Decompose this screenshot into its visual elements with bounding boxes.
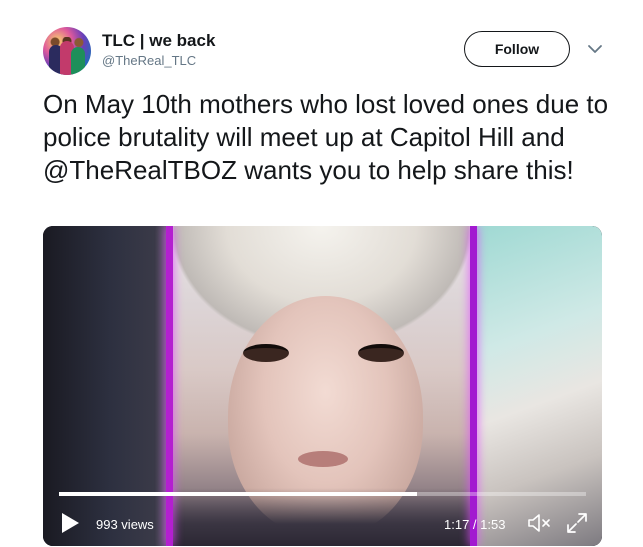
video-frame-detail: [298, 451, 348, 467]
display-name[interactable]: TLC | we back: [102, 31, 215, 51]
follow-button[interactable]: Follow: [464, 31, 570, 67]
video-frame-detail: [173, 488, 470, 546]
user-handle[interactable]: @TheReal_TLC: [102, 53, 196, 68]
progress-fill: [59, 492, 418, 496]
play-icon[interactable]: [59, 511, 81, 535]
avatar[interactable]: [43, 27, 91, 75]
video-frame-detail: [243, 344, 289, 362]
view-count: 993 views: [96, 517, 154, 532]
tweet-card: TLC | we back @TheReal_TLC Follow On May…: [0, 0, 643, 547]
mute-icon[interactable]: [527, 512, 553, 534]
tweet-text: On May 10th mothers who lost loved ones …: [43, 89, 609, 185]
playback-time: 1:17 / 1:53: [444, 517, 506, 532]
video-player[interactable]: 993 views 1:17 / 1:53: [43, 226, 602, 546]
video-frame-detail: [472, 226, 602, 546]
fullscreen-icon[interactable]: [565, 511, 589, 535]
neon-border: [166, 226, 173, 546]
chevron-down-icon[interactable]: [586, 40, 604, 58]
video-frame-detail: [358, 344, 404, 362]
avatar-figure: [71, 47, 85, 75]
neon-border: [470, 226, 477, 546]
